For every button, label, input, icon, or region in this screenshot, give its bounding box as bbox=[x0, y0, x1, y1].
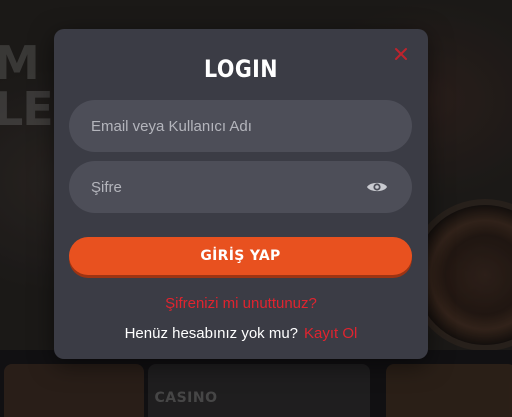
eye-icon bbox=[367, 182, 387, 192]
show-password-button[interactable] bbox=[366, 178, 390, 196]
password-field[interactable] bbox=[91, 178, 366, 196]
login-button[interactable]: GİRİŞ YAP bbox=[69, 237, 412, 275]
signup-link[interactable]: Kayıt Ol bbox=[304, 325, 357, 342]
password-field-container bbox=[69, 161, 412, 213]
signup-row: Henüz hesabınız yok mu? Kayıt Ol bbox=[54, 325, 428, 342]
login-modal: LOGIN GİRİŞ YAP Şifrenizi mi unuttunuz? … bbox=[54, 29, 428, 359]
no-account-text: Henüz hesabınız yok mu? bbox=[124, 325, 299, 342]
forgot-password-link[interactable]: Şifrenizi mi unuttunuz? bbox=[54, 295, 428, 312]
email-field[interactable] bbox=[91, 117, 390, 135]
modal-title: LOGIN bbox=[203, 55, 279, 83]
email-field-container bbox=[69, 100, 412, 152]
